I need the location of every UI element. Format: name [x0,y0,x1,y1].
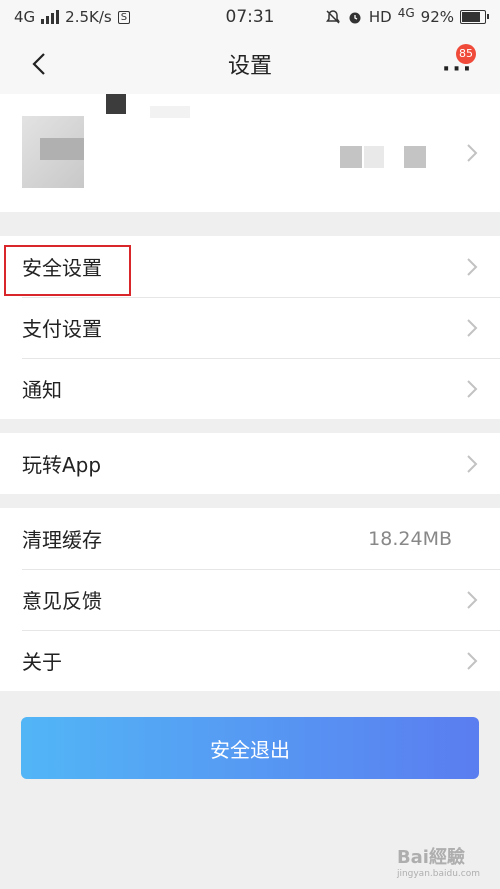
nav-bar: 设置 ··· 85 [0,34,500,94]
status-bar: 4G 2.5K/s S 07:31 HD 4G 92% [0,0,500,34]
network-type-left: 4G [14,8,36,26]
chevron-right-icon [467,144,478,162]
row-label: 清理缓存 [22,528,102,552]
notification-badge: 85 [456,44,476,64]
watermark-url: jingyan.baidu.com [396,869,480,879]
row-security-settings[interactable]: 安全设置 [0,236,500,297]
battery-percent: 92% [420,8,454,26]
profile-card[interactable] [0,94,500,212]
username-mosaic-2 [150,106,190,118]
settings-group-1: 安全设置 支付设置 通知 [0,236,500,419]
status-right: HD 4G 92% [325,6,489,26]
logout-button[interactable]: 安全退出 [21,717,479,779]
mute-bell-icon [325,10,340,24]
row-label: 安全设置 [22,256,102,280]
s-app-icon: S [117,10,131,24]
account-mosaic-3 [404,146,426,168]
network-speed: 2.5K/s [65,8,112,26]
avatar-mosaic [40,138,84,160]
account-mosaic-1 [340,146,362,168]
cache-size: 18.24MB [368,527,452,550]
page-title: 设置 [227,54,272,79]
row-payment-settings[interactable]: 支付设置 [0,297,500,358]
account-mosaic-2 [364,146,384,168]
battery-icon [460,10,489,24]
row-label: 支付设置 [22,317,102,341]
chevron-right-icon [467,257,478,276]
hd-indicator: HD [368,8,392,26]
alarm-icon [349,12,361,24]
chevron-right-icon [467,651,478,670]
row-explore-app[interactable]: 玩转App [0,433,500,494]
row-label: 关于 [22,650,62,674]
back-arrow-icon[interactable] [28,52,52,76]
more-button[interactable]: ··· 85 [442,44,476,81]
row-label: 意见反馈 [22,589,102,613]
row-feedback[interactable]: 意见反馈 [0,569,500,630]
watermark-brand: Bai經驗 [396,847,465,868]
watermark: Bai經驗 jingyan.baidu.com [397,843,480,879]
username-mosaic [106,94,126,114]
signal-icon [41,10,60,24]
row-about[interactable]: 关于 [0,630,500,691]
row-label: 玩转App [22,453,102,477]
chevron-right-icon [467,379,478,398]
network-type-right: 4G [397,6,415,20]
chevron-right-icon [467,318,478,337]
settings-group-2: 玩转App [0,433,500,494]
settings-group-3: 清理缓存 18.24MB 意见反馈 关于 [0,508,500,691]
row-clear-cache[interactable]: 清理缓存 18.24MB [0,508,500,569]
chevron-right-icon [467,454,478,473]
status-left: 4G 2.5K/s S [14,8,131,26]
row-label: 通知 [22,378,62,402]
chevron-right-icon [467,590,478,609]
row-notifications[interactable]: 通知 [0,358,500,419]
